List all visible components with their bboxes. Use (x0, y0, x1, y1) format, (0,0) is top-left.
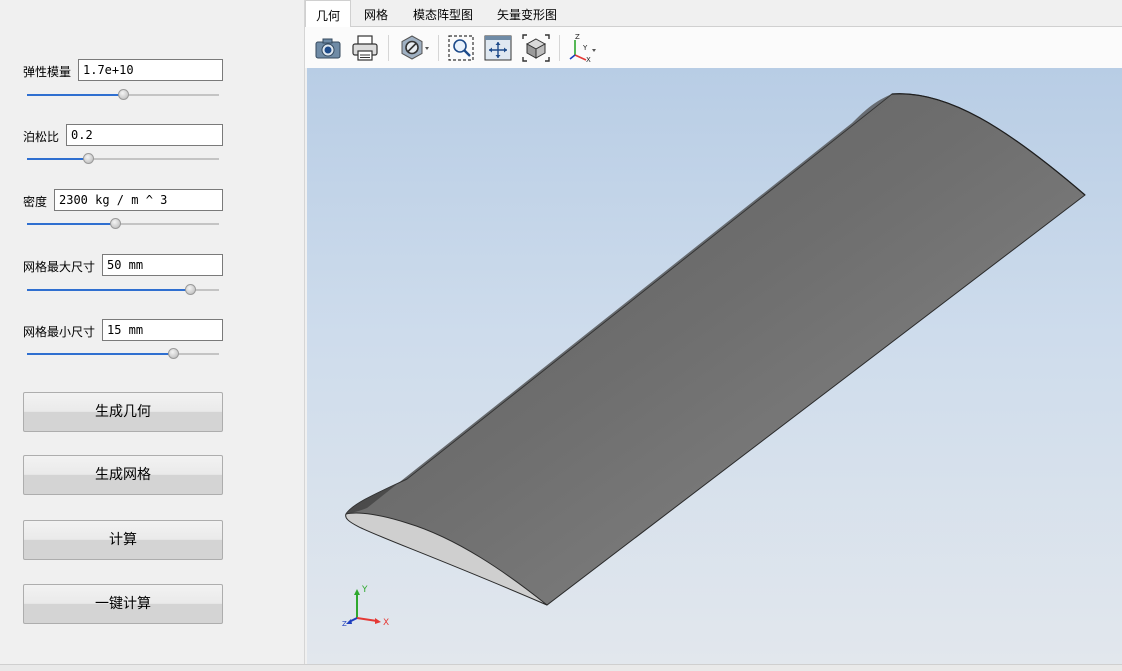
tab-bar: 几何 网格 模态阵型图 矢量变形图 (305, 0, 1122, 28)
zoom-window-icon[interactable] (446, 33, 476, 63)
generate-mesh-button[interactable]: 生成网格 (23, 455, 223, 495)
axes-icon-y-label: Y (582, 44, 588, 52)
3d-viewport[interactable]: Y X Z (307, 68, 1122, 664)
display-mode-icon[interactable] (399, 33, 429, 63)
fit-all-icon[interactable] (483, 33, 513, 63)
axes-orientation-icon[interactable]: Z Y X (567, 33, 597, 63)
slider-handle[interactable] (83, 153, 95, 164)
mesh-max-size-input[interactable] (102, 254, 223, 276)
poisson-ratio-label: 泊松比 (23, 130, 60, 144)
viewer-area: 几何 网格 模态阵型图 矢量变形图 Z Y X Y X Z (304, 0, 1122, 666)
tab-mode-shape[interactable]: 模态阵型图 (403, 0, 483, 27)
axis-triad: Y X Z (342, 585, 389, 628)
elastic-modulus-input[interactable] (78, 59, 223, 81)
mesh-min-size-input[interactable] (102, 319, 223, 341)
slider-fill (27, 289, 191, 291)
slider-fill (27, 353, 173, 355)
toolbar-separator (388, 35, 389, 61)
tab-geometry[interactable]: 几何 (305, 0, 352, 28)
axes-icon-x-label: X (586, 56, 591, 63)
mesh-min-size-label: 网格最小尺寸 (23, 325, 96, 339)
elastic-modulus-label: 弹性模量 (23, 65, 72, 79)
tab-mesh[interactable]: 网格 (354, 0, 398, 27)
viewer-toolbar: Z Y X (305, 27, 1122, 68)
density-label: 密度 (23, 195, 48, 209)
slider-handle[interactable] (167, 348, 179, 359)
one-click-compute-button[interactable]: 一键计算 (23, 584, 223, 624)
mesh-max-size-slider[interactable] (27, 283, 219, 297)
printer-icon[interactable] (350, 33, 380, 63)
slider-handle[interactable] (185, 284, 197, 295)
density-input[interactable] (54, 189, 223, 211)
slider-fill (27, 158, 89, 160)
mesh-max-size-label: 网格最大尺寸 (23, 260, 96, 274)
poisson-ratio-input[interactable] (66, 124, 223, 146)
generate-geometry-button[interactable]: 生成几何 (23, 392, 223, 432)
tab-vector-deformation[interactable]: 矢量变形图 (487, 0, 567, 27)
slider-fill (27, 223, 116, 225)
parameter-panel: 弹性模量 泊松比 密度 网格最大尺寸 网格最小尺寸 生成几何 生成网格 计算 一… (0, 0, 304, 664)
compute-button[interactable]: 计算 (23, 520, 223, 560)
view-cube-icon[interactable] (521, 33, 551, 63)
slider-handle[interactable] (110, 218, 122, 229)
axes-icon-z-label: Z (575, 33, 580, 41)
slider-handle[interactable] (118, 89, 129, 100)
mesh-min-size-slider[interactable] (27, 347, 219, 361)
toolbar-separator (438, 35, 439, 61)
toolbar-separator (559, 35, 560, 61)
camera-icon[interactable] (313, 33, 343, 63)
slider-fill (27, 94, 123, 96)
elastic-modulus-slider[interactable] (27, 88, 219, 102)
density-slider[interactable] (27, 217, 219, 231)
triad-z-label: Z (342, 620, 347, 628)
triad-y-label: Y (361, 585, 368, 595)
wing-model (345, 93, 1086, 606)
triad-x-label: X (383, 618, 389, 628)
poisson-ratio-slider[interactable] (27, 152, 219, 166)
